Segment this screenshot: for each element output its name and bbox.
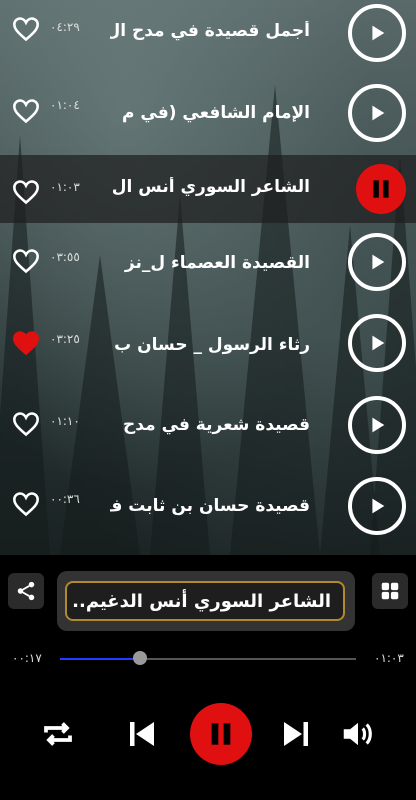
play-button[interactable]	[348, 233, 406, 291]
play-button[interactable]	[348, 396, 406, 454]
play-icon	[372, 498, 385, 514]
track-title: القصيدة العصماء ل_نز	[124, 253, 310, 273]
track-row[interactable]: أجمل قصيدة في مدح ال ٠٤:٢٩	[0, 0, 416, 72]
track-duration: ٠١:١٠	[50, 414, 80, 428]
heart-icon[interactable]	[12, 179, 40, 205]
track-row[interactable]: الإمام الشافعي (في م ٠١:٠٤	[0, 74, 416, 152]
track-duration: ٠١:٠٤	[50, 98, 80, 112]
play-pause-button[interactable]	[190, 703, 252, 765]
skip-next-icon	[284, 722, 308, 746]
track-row[interactable]: رثاء الرسول _ حسان ب ٠٣:٢٥	[0, 305, 416, 383]
track-row[interactable]: قصيدة شعرية في مدح ٠١:١٠	[0, 387, 416, 465]
heart-icon[interactable]	[12, 98, 40, 124]
heart-icon[interactable]	[12, 248, 40, 274]
play-icon	[372, 25, 385, 41]
seek-thumb[interactable]	[132, 651, 147, 665]
repeat-icon	[44, 722, 72, 746]
play-icon	[372, 335, 385, 351]
pause-button[interactable]	[356, 164, 406, 214]
now-playing-title: الشاعر السوري أنس الدغيم..	[72, 590, 331, 612]
heart-icon-favorited[interactable]	[12, 330, 40, 356]
grid-button[interactable]	[372, 573, 408, 609]
heart-icon[interactable]	[12, 491, 40, 517]
grid-icon	[381, 582, 399, 600]
track-row-playing[interactable]: الشاعر السوري أنس ال ٠١:٠٣	[0, 155, 416, 223]
pause-icon	[211, 723, 231, 745]
share-button[interactable]	[8, 573, 44, 609]
track-title: قصيدة حسان بن ثابت ف	[110, 496, 310, 516]
track-row[interactable]: القصيدة العصماء ل_نز ٠٣:٥٥	[0, 224, 416, 302]
total-time: ٠١:٠٣	[374, 651, 404, 665]
pause-icon	[373, 180, 389, 198]
track-duration: ٠٠:٣٦	[50, 492, 80, 506]
play-button[interactable]	[348, 477, 406, 535]
seek-bar-progress	[60, 658, 140, 660]
heart-icon[interactable]	[12, 16, 40, 42]
now-playing-frame: الشاعر السوري أنس الدغيم..	[65, 581, 345, 621]
share-icon	[17, 581, 35, 601]
repeat-button[interactable]	[38, 714, 78, 754]
track-title: الإمام الشافعي (في م	[122, 103, 310, 123]
play-button[interactable]	[348, 314, 406, 372]
track-duration: ٠٣:٢٥	[50, 332, 80, 346]
play-button[interactable]	[348, 4, 406, 62]
track-duration: ٠٤:٢٩	[50, 20, 80, 34]
elapsed-time: ٠٠:١٧	[12, 651, 42, 665]
seek-bar[interactable]	[60, 658, 356, 660]
play-icon	[372, 254, 385, 270]
skip-previous-icon	[130, 722, 154, 746]
play-icon	[372, 417, 385, 433]
track-title: قصيدة شعرية في مدح	[123, 415, 310, 435]
now-playing-box[interactable]: الشاعر السوري أنس الدغيم..	[57, 571, 355, 631]
track-title: أجمل قصيدة في مدح ال	[110, 21, 310, 41]
volume-icon	[343, 722, 372, 746]
play-icon	[372, 105, 385, 121]
track-title: الشاعر السوري أنس ال	[111, 177, 310, 197]
previous-button[interactable]	[122, 714, 162, 754]
track-duration: ٠٣:٥٥	[50, 250, 80, 264]
play-button[interactable]	[348, 84, 406, 142]
heart-icon[interactable]	[12, 411, 40, 437]
track-title: رثاء الرسول _ حسان ب	[114, 335, 310, 355]
track-row[interactable]: قصيدة حسان بن ثابت ف ٠٠:٣٦	[0, 468, 416, 546]
next-button[interactable]	[276, 714, 316, 754]
track-duration: ٠١:٠٣	[50, 180, 80, 194]
volume-button[interactable]	[336, 712, 380, 756]
